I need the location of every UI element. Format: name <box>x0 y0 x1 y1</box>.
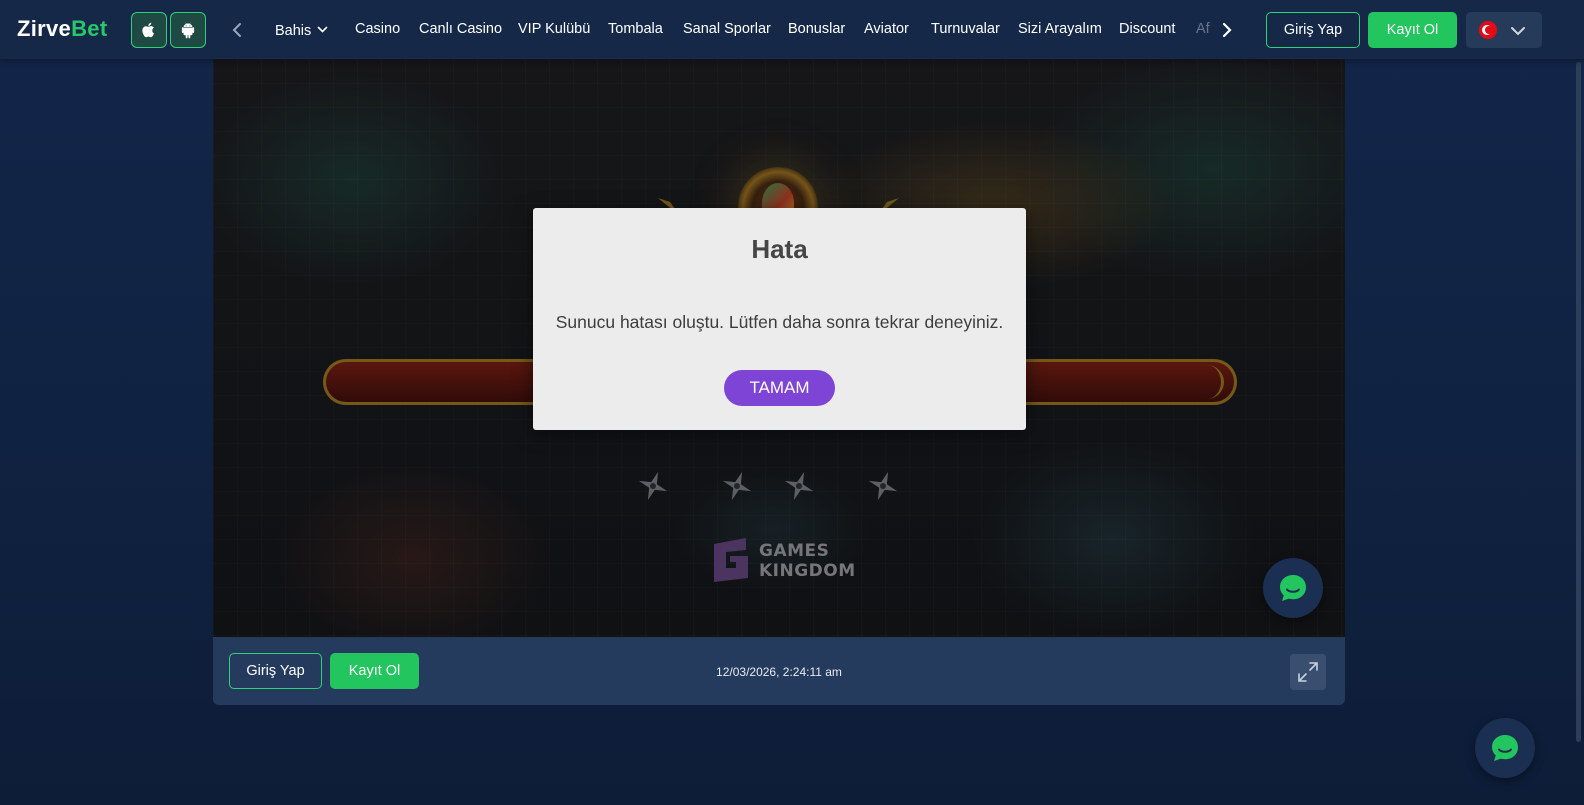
apple-icon <box>142 22 155 38</box>
main-nav: Bahis Casino Canlı Casino VIP Kulübü Tom… <box>275 0 1215 59</box>
error-dialog: Hata Sunucu hatası oluştu. Lütfen daha s… <box>533 208 1026 430</box>
nav-item-turnuvalar[interactable]: Turnuvalar <box>931 21 1000 37</box>
dialog-ok-button[interactable]: TAMAM <box>724 370 835 406</box>
chevron-left-icon <box>232 23 241 37</box>
nav-item-truncated[interactable]: Af <box>1196 21 1210 37</box>
nav-item-casino[interactable]: Casino <box>355 21 400 37</box>
ios-app-button[interactable] <box>131 12 167 48</box>
chevron-right-icon <box>1222 22 1232 38</box>
nav-item-label: Bahis <box>275 23 312 39</box>
nav-item-aviator[interactable]: Aviator <box>864 21 909 37</box>
nav-item-discount[interactable]: Discount <box>1119 21 1175 37</box>
nav-item-canli-casino[interactable]: Canlı Casino <box>419 21 502 37</box>
dialog-title: Hata <box>751 234 808 264</box>
top-navbar: ZirveBet Bahis Casino Canlı Casino VIP K… <box>0 0 1584 59</box>
chat-bubble-icon <box>1492 735 1518 761</box>
live-chat-button[interactable] <box>1475 718 1535 778</box>
nav-item-bonuslar[interactable]: Bonuslar <box>788 21 845 37</box>
logo-text-part2: Bet <box>71 16 108 41</box>
nav-scroll-left-button[interactable] <box>230 20 244 40</box>
android-app-button[interactable] <box>170 12 206 48</box>
chat-bubble-icon <box>1280 575 1306 601</box>
chevron-down-icon <box>317 21 328 37</box>
nav-item-sizi-arayalim[interactable]: Sizi Arayalım <box>1018 21 1102 37</box>
chevron-down-icon <box>1510 24 1526 42</box>
logo-text-part1: Zirve <box>17 16 72 41</box>
game-toolbar: Giriş Yap Kayıt Ol 12/03/2026, 2:24:11 a… <box>213 637 1345 705</box>
site-logo[interactable]: ZirveBet <box>17 16 107 44</box>
nav-item-sanal-sporlar[interactable]: Sanal Sporlar <box>683 21 771 37</box>
nav-item-bahis[interactable]: Bahis <box>275 21 328 39</box>
login-button[interactable]: Giriş Yap <box>1266 12 1360 48</box>
android-icon <box>181 22 195 39</box>
nav-item-vip-kulubu[interactable]: VIP Kulübü <box>518 21 590 37</box>
game-timestamp: 12/03/2026, 2:24:11 am <box>716 665 842 679</box>
register-button[interactable]: Kayıt Ol <box>1368 12 1457 48</box>
turkey-flag-icon <box>1479 21 1497 39</box>
fullscreen-button[interactable] <box>1290 654 1326 690</box>
game-chat-button[interactable] <box>1263 558 1323 618</box>
expand-icon <box>1298 662 1318 682</box>
nav-item-tombala[interactable]: Tombala <box>608 21 663 37</box>
nav-scroll-right-button[interactable] <box>1220 20 1234 40</box>
dialog-message: Sunucu hatası oluştu. Lütfen daha sonra … <box>555 312 1004 332</box>
page-scrollbar[interactable] <box>1572 0 1584 805</box>
language-selector[interactable] <box>1466 12 1542 48</box>
scrollbar-thumb[interactable] <box>1576 62 1581 742</box>
